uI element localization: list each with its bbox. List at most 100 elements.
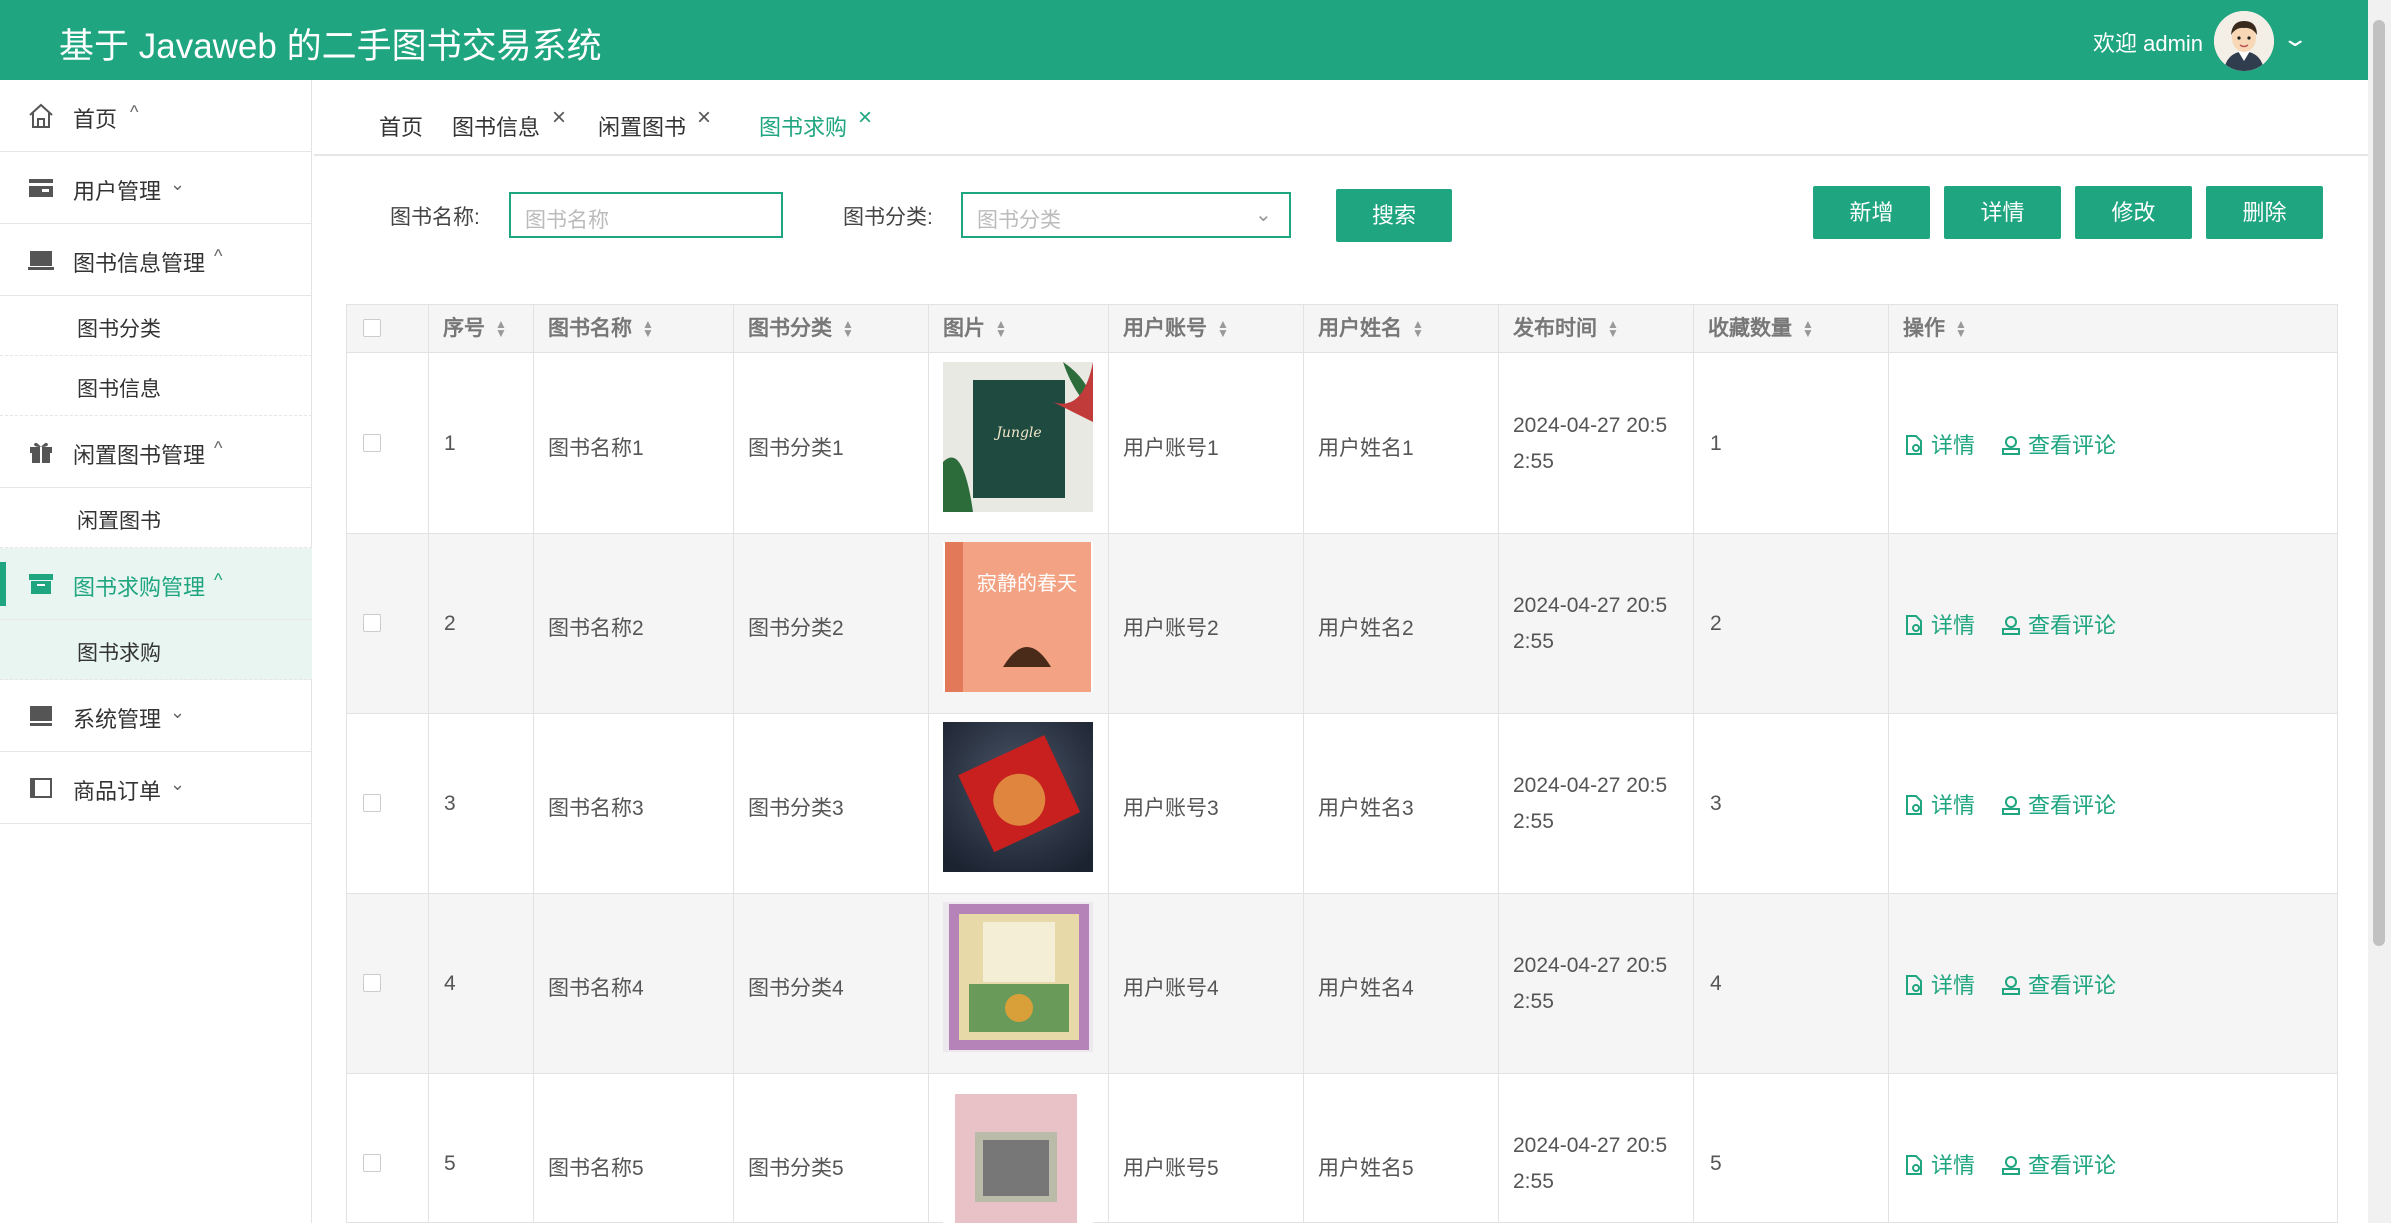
cell-category: 图书分类5 <box>748 1157 844 1180</box>
chevron-down-icon: ⌄ <box>1255 204 1272 226</box>
row-checkbox[interactable] <box>363 974 381 992</box>
sidebar-subitem-idle-book[interactable]: 闲置图书 <box>0 488 312 548</box>
page-scrollbar-thumb[interactable] <box>2373 20 2385 946</box>
tab-book-purchase[interactable]: 图书求购 <box>759 110 847 142</box>
cell-time-line2: 2:55 <box>1513 990 1554 1013</box>
edit-button[interactable]: 修改 <box>2075 186 2192 239</box>
cell-time-line1: 2024-04-27 20:5 <box>1513 774 1668 797</box>
cell-no: 5 <box>444 1152 456 1175</box>
row-view-comments-link[interactable]: 查看评论 <box>2000 1148 2116 1180</box>
cell-time-line1: 2024-04-27 20:5 <box>1513 594 1668 617</box>
sidebar-item-system-mgmt[interactable]: 系统管理 ⌄ <box>0 680 312 752</box>
cell-time-line2: 2:55 <box>1513 450 1554 473</box>
doc-icon <box>1906 1155 1922 1175</box>
row-checkbox[interactable] <box>363 434 381 452</box>
cell-username: 用户姓名4 <box>1318 977 1414 1000</box>
book-cover-image[interactable] <box>943 902 1093 1052</box>
chevron-down-icon: ⌄ <box>170 774 186 794</box>
cell-favorites: 5 <box>1710 1152 1722 1175</box>
row-detail-link[interactable]: 详情 <box>1903 968 1975 1000</box>
cell-no: 4 <box>444 972 456 995</box>
sidebar-item-users[interactable]: 用户管理 ⌄ <box>0 152 312 224</box>
subitem-label: 闲置图书 <box>77 510 161 533</box>
close-icon[interactable]: × <box>552 104 566 132</box>
col-header-actions[interactable]: 操作 ▲ ▼ <box>1903 305 1967 353</box>
col-header-account[interactable]: 用户账号 ▲ ▼ <box>1123 305 1229 353</box>
col-header-username[interactable]: 用户姓名 ▲ ▼ <box>1318 305 1424 353</box>
book-name-input[interactable]: 图书名称 <box>509 192 783 238</box>
svg-text:寂静的春天: 寂静的春天 <box>977 571 1077 595</box>
book-name-label: 图书名称: <box>390 206 480 229</box>
cell-name: 图书名称5 <box>548 1157 644 1180</box>
cell-time-line2: 2:55 <box>1513 1170 1554 1193</box>
row-checkbox[interactable] <box>363 614 381 632</box>
select-all-checkbox[interactable] <box>363 319 381 337</box>
sort-icon: ▲ ▼ <box>495 317 507 341</box>
cell-no: 2 <box>444 612 456 635</box>
close-icon[interactable]: × <box>858 104 872 132</box>
chevron-up-icon: ^ <box>214 246 223 266</box>
col-header-favorites[interactable]: 收藏数量 ▲ ▼ <box>1708 305 1814 353</box>
row-detail-link[interactable]: 详情 <box>1903 1148 1975 1180</box>
sort-icon: ▲ ▼ <box>1412 317 1424 341</box>
cell-category: 图书分类3 <box>748 797 844 820</box>
row-view-comments-link[interactable]: 查看评论 <box>2000 428 2116 460</box>
row-checkbox[interactable] <box>363 1154 381 1172</box>
chevron-up-icon: ^ <box>130 102 139 122</box>
cell-time-line1: 2024-04-27 20:5 <box>1513 954 1668 977</box>
book-cover-image[interactable] <box>943 1082 1093 1223</box>
tab-book-info[interactable]: 图书信息 <box>452 110 540 142</box>
sort-icon: ▲ ▼ <box>1217 317 1229 341</box>
sidebar-item-idle-book-mgmt[interactable]: 闲置图书管理 ^ <box>0 416 312 488</box>
row-detail-link[interactable]: 详情 <box>1903 428 1975 460</box>
row-checkbox[interactable] <box>363 794 381 812</box>
table-row: 2 图书名称2 图书分类2 寂静的春天 用户账号2 用户姓名2 2024-04-… <box>347 534 2337 714</box>
close-icon[interactable]: × <box>697 104 711 132</box>
cell-time-line1: 2024-04-27 20:5 <box>1513 414 1668 437</box>
sidebar-item-purchase-mgmt[interactable]: 图书求购管理 ^ <box>0 548 312 620</box>
cell-no: 3 <box>444 792 456 815</box>
avatar[interactable] <box>2214 11 2274 71</box>
column-divider <box>1888 305 1889 1223</box>
cell-time-line1: 2024-04-27 20:5 <box>1513 1134 1668 1157</box>
col-header-category[interactable]: 图书分类 ▲ ▼ <box>748 305 854 353</box>
cell-username: 用户姓名3 <box>1318 797 1414 820</box>
col-header-image[interactable]: 图片 ▲ ▼ <box>943 305 1007 353</box>
sidebar-subitem-book-info[interactable]: 图书信息 <box>0 356 312 416</box>
book-cover-image[interactable]: 寂静的春天 <box>943 542 1093 692</box>
add-button[interactable]: 新增 <box>1813 186 1930 239</box>
doc-icon <box>1906 435 1922 455</box>
sidebar-item-book-info-mgmt[interactable]: 图书信息管理 ^ <box>0 224 312 296</box>
book-cover-image[interactable]: Jungle <box>943 362 1093 512</box>
cell-account: 用户账号3 <box>1123 797 1219 820</box>
chevron-down-icon: ⌄ <box>170 174 186 194</box>
delete-button[interactable]: 删除 <box>2206 186 2323 239</box>
row-view-comments-link[interactable]: 查看评论 <box>2000 968 2116 1000</box>
sidebar-subitem-book-purchase[interactable]: 图书求购 <box>0 620 312 680</box>
book-category-select[interactable]: 图书分类 ⌄ <box>961 192 1291 238</box>
row-detail-link[interactable]: 详情 <box>1903 788 1975 820</box>
row-detail-link[interactable]: 详情 <box>1903 608 1975 640</box>
table-row: 1 图书名称1 图书分类1 Jungle 用户账号1 用户姓名1 2024-04… <box>347 354 2337 534</box>
search-button[interactable]: 搜索 <box>1336 189 1452 242</box>
welcome-text: 欢迎 admin <box>2093 31 2204 56</box>
comment-icon <box>2002 436 2020 455</box>
sidebar-subitem-book-category[interactable]: 图书分类 <box>0 296 312 356</box>
sidebar-item-orders[interactable]: 商品订单 ⌄ <box>0 752 312 824</box>
sidebar-item-home[interactable]: 首页 ^ <box>0 80 312 152</box>
col-header-time[interactable]: 发布时间 ▲ ▼ <box>1513 305 1619 353</box>
detail-button[interactable]: 详情 <box>1944 186 2061 239</box>
row-view-comments-link[interactable]: 查看评论 <box>2000 608 2116 640</box>
subitem-label: 图书分类 <box>77 318 161 341</box>
tab-home[interactable]: 首页 <box>379 110 423 142</box>
cell-no: 1 <box>444 432 456 455</box>
col-header-name[interactable]: 图书名称 ▲ ▼ <box>548 305 654 353</box>
comment-icon <box>2002 796 2020 815</box>
user-menu-chevron-icon[interactable]: ⌄ <box>2281 26 2309 52</box>
col-header-no[interactable]: 序号 ▲ ▼ <box>443 305 507 353</box>
tab-idle-book[interactable]: 闲置图书 <box>598 110 686 142</box>
cell-category: 图书分类4 <box>748 977 844 1000</box>
row-view-comments-link[interactable]: 查看评论 <box>2000 788 2116 820</box>
book-cover-image[interactable] <box>943 722 1093 872</box>
column-divider <box>1108 305 1109 1223</box>
